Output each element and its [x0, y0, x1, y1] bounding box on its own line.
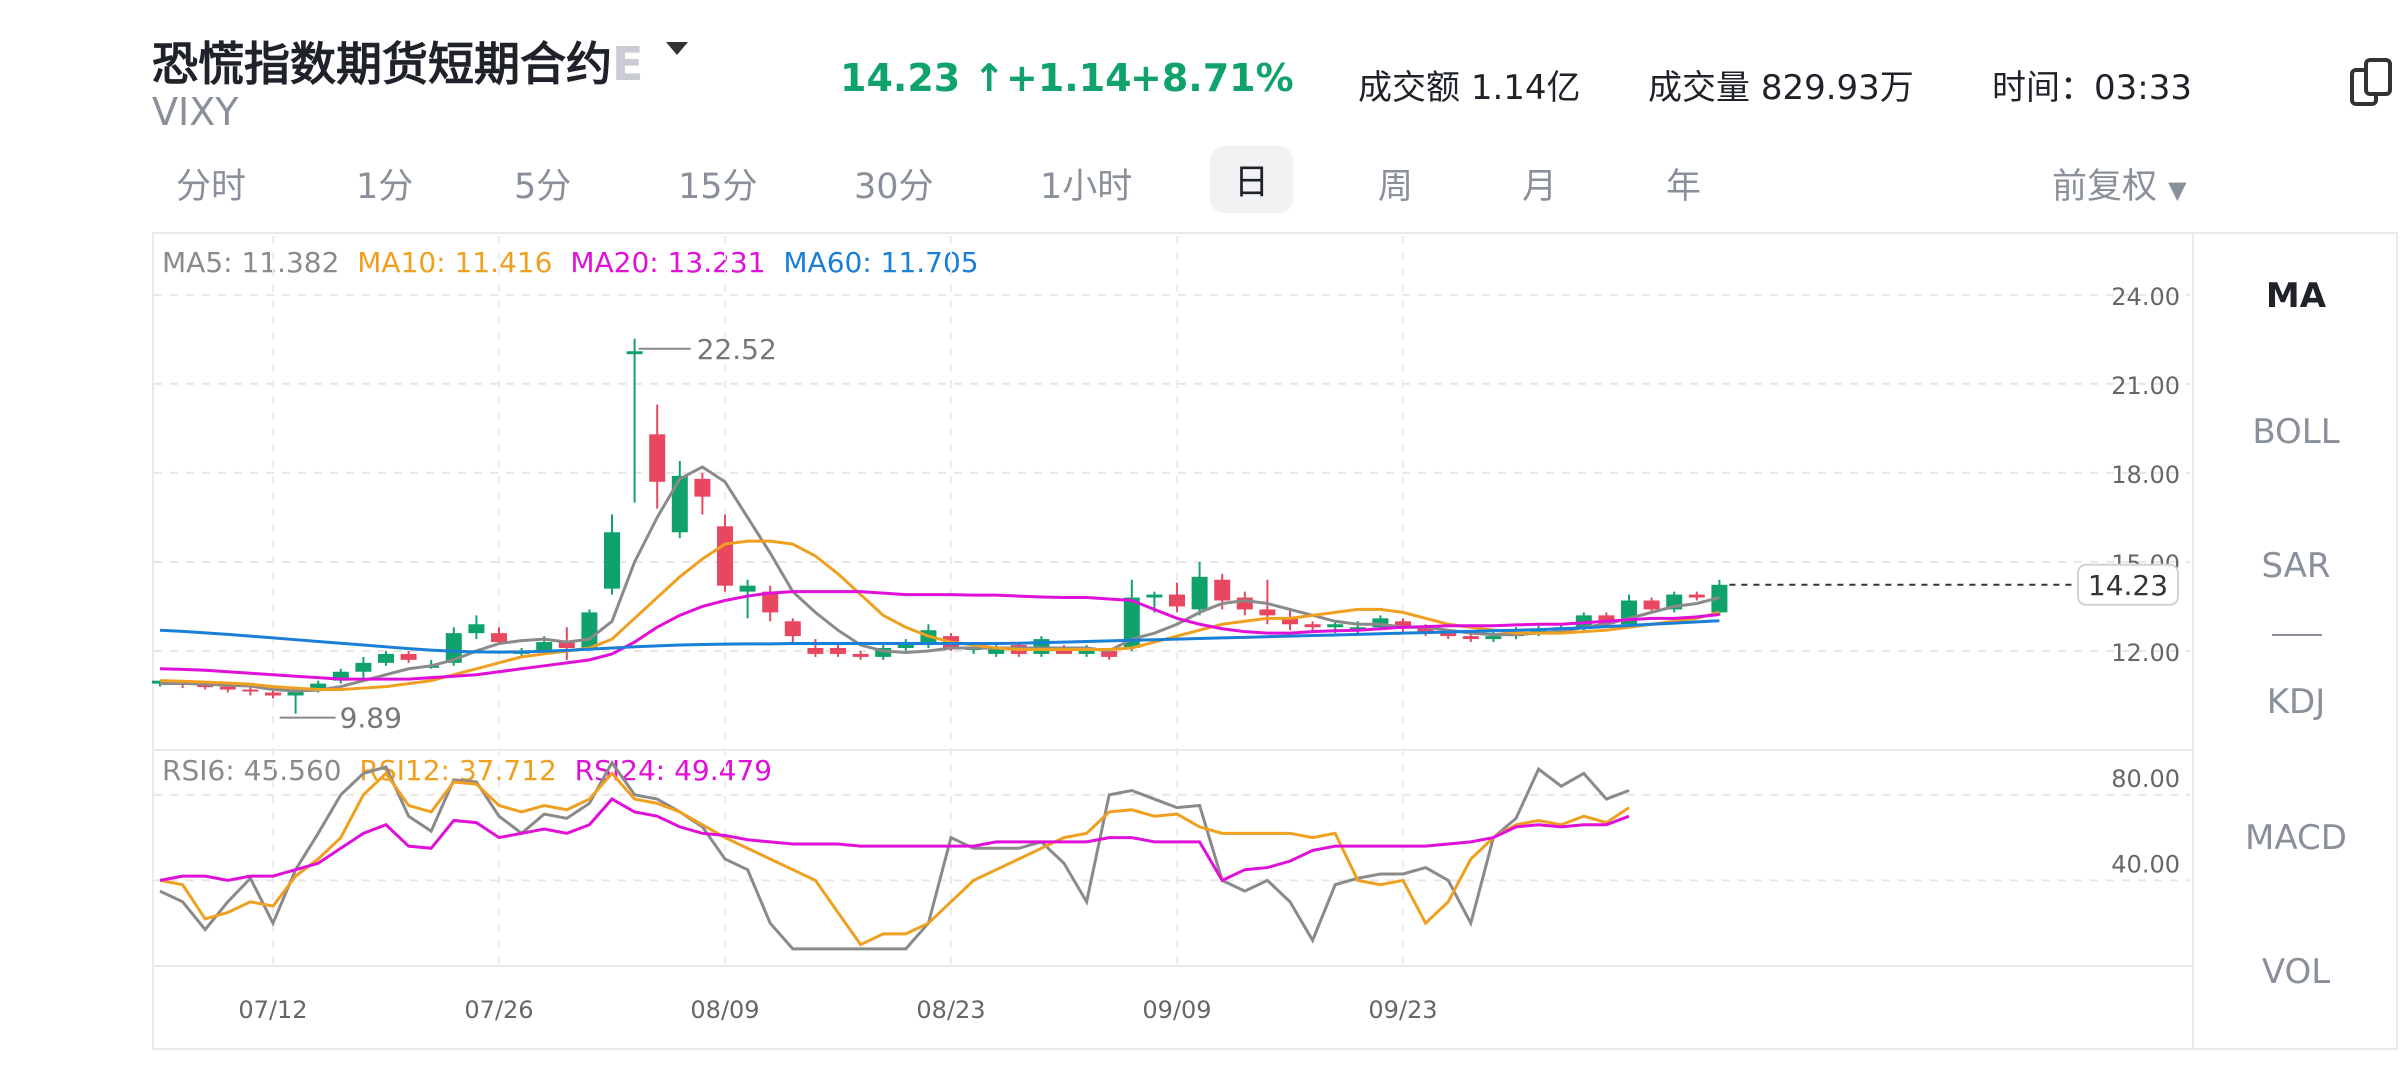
- candle-body: [1146, 594, 1163, 598]
- candle-body: [694, 478, 711, 497]
- rsi-tick-label: 80.00: [2111, 765, 2180, 793]
- y-tick-label: 24.00: [2111, 283, 2180, 311]
- candle-body: [1643, 600, 1660, 610]
- x-tick-label: 08/09: [690, 996, 759, 1024]
- candle-body: [355, 662, 372, 672]
- candle-body: [1304, 624, 1321, 628]
- candlestick-chart[interactable]: 24.0021.0018.0015.0012.0080.0040.0007/12…: [0, 0, 2400, 1080]
- x-tick-label: 07/26: [464, 996, 533, 1024]
- candle-body: [852, 653, 869, 657]
- candle-body: [784, 621, 801, 637]
- y-tick-label: 18.00: [2111, 461, 2180, 489]
- candle-body: [739, 585, 756, 592]
- candle-body: [400, 653, 417, 660]
- candle-body: [1485, 636, 1502, 640]
- candle-body: [671, 475, 688, 533]
- x-tick-label: 09/23: [1368, 996, 1437, 1024]
- candle-body: [717, 526, 733, 586]
- candle-body: [219, 686, 236, 690]
- candle-body: [468, 624, 485, 634]
- rsi-line-rsi24: [159, 797, 1630, 883]
- x-tick-label: 07/12: [238, 996, 307, 1024]
- candle-body: [830, 648, 846, 654]
- x-tick-label: 08/23: [916, 996, 985, 1024]
- rsi-line-rsi12: [159, 771, 1630, 947]
- min-price-label: 9.89: [340, 702, 402, 735]
- candle-body: [1259, 609, 1276, 616]
- candle-body: [1191, 576, 1208, 610]
- last-price-label: 14.23: [2088, 569, 2168, 602]
- candle-body: [581, 612, 598, 648]
- ma-line-ma10: [159, 539, 1720, 692]
- candle-body: [1214, 579, 1231, 601]
- candle-body: [649, 434, 666, 482]
- x-tick-label: 09/09: [1142, 996, 1211, 1024]
- candle-body: [1688, 594, 1705, 598]
- rsi-tick-label: 40.00: [2111, 850, 2180, 878]
- candle-body: [897, 645, 914, 648]
- candle-body: [265, 692, 281, 696]
- y-tick-label: 12.00: [2111, 639, 2180, 667]
- candle-body: [491, 633, 507, 643]
- candle-body: [604, 532, 620, 589]
- max-price-label: 22.52: [697, 333, 777, 366]
- y-tick-label: 21.00: [2111, 372, 2180, 400]
- candle-body: [807, 648, 824, 654]
- candle-body: [626, 351, 643, 355]
- candle-body: [1169, 594, 1185, 607]
- candle-body: [242, 689, 259, 692]
- candle-body: [1462, 636, 1479, 640]
- candle-body: [378, 653, 394, 663]
- rsi-line-rsi6: [159, 759, 1630, 951]
- candle-body: [1327, 624, 1344, 628]
